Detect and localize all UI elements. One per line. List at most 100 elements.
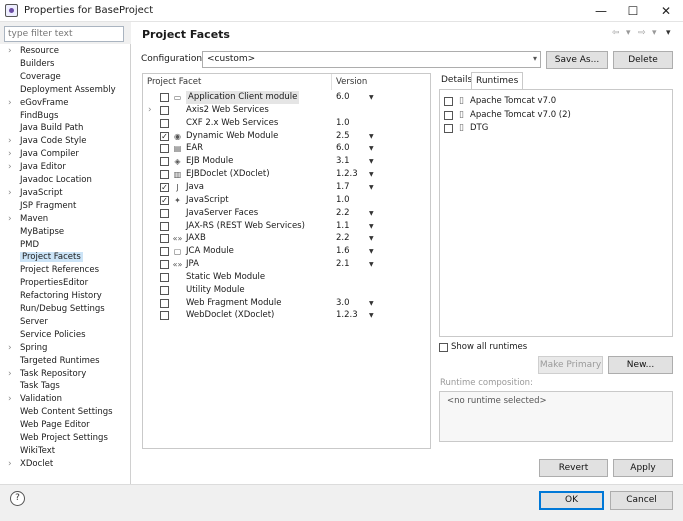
facet-version[interactable]: 1.2.3 xyxy=(336,168,358,181)
revert-button[interactable]: Revert xyxy=(539,459,608,477)
facet-checkbox[interactable] xyxy=(160,105,169,115)
cancel-button[interactable]: Cancel xyxy=(610,491,673,510)
facet-checkbox[interactable] xyxy=(160,247,169,257)
back-arrow-icon[interactable]: ⇦ xyxy=(612,28,620,38)
facet-checkbox[interactable] xyxy=(160,208,169,218)
sidebar-item[interactable]: Web Content Settings xyxy=(8,406,113,419)
chevron-down-icon[interactable]: ▼ xyxy=(369,207,374,220)
facet-row[interactable]: ✓ ✦ JavaScript 1.0 xyxy=(143,194,430,207)
facet-checkbox[interactable] xyxy=(160,272,169,282)
facet-version[interactable]: 3.1 xyxy=(336,155,350,168)
facet-checkbox[interactable] xyxy=(160,260,169,270)
sidebar-item[interactable]: Web Project Settings xyxy=(8,432,108,445)
facet-version[interactable]: 3.0 xyxy=(336,297,350,310)
facet-checkbox[interactable]: ✓ xyxy=(160,131,169,141)
make-primary-button[interactable]: Make Primary xyxy=(538,356,603,374)
facet-row[interactable]: Static Web Module xyxy=(143,271,430,284)
sidebar-item[interactable]: Project Facets xyxy=(8,251,83,264)
facet-checkbox[interactable] xyxy=(160,311,169,321)
sidebar-item[interactable]: › XDoclet xyxy=(8,458,53,471)
delete-button[interactable]: Delete xyxy=(613,51,673,69)
sidebar-item[interactable]: FindBugs xyxy=(8,110,58,123)
sidebar-item[interactable]: › Task Repository xyxy=(8,368,86,381)
facet-row[interactable]: Web Fragment Module 3.0 ▼ xyxy=(143,297,430,310)
sidebar-item[interactable]: › JavaScript xyxy=(8,187,63,200)
chevron-down-icon[interactable]: ▼ xyxy=(369,232,374,245)
chevron-down-icon[interactable]: ▼ xyxy=(369,297,374,310)
facet-checkbox[interactable]: ✓ xyxy=(160,182,169,192)
facet-checkbox[interactable] xyxy=(160,93,169,102)
sidebar-item[interactable]: Project References xyxy=(8,264,99,277)
chevron-down-icon[interactable]: ▼ xyxy=(369,155,374,168)
sidebar-item[interactable]: Refactoring History xyxy=(8,290,102,303)
facet-version[interactable]: 6.0 xyxy=(336,142,350,155)
facet-version[interactable]: 6.0 xyxy=(336,91,350,104)
chevron-right-icon[interactable]: › xyxy=(148,104,152,117)
sidebar-item[interactable]: Coverage xyxy=(8,71,61,84)
chevron-right-icon[interactable]: › xyxy=(8,161,20,174)
sidebar-item[interactable]: › Java Code Style xyxy=(8,135,86,148)
facet-row[interactable]: ✓ J Java 1.7 ▼ xyxy=(143,181,430,194)
facet-version[interactable]: 2.2 xyxy=(336,207,350,220)
chevron-right-icon[interactable]: › xyxy=(8,45,20,58)
sidebar-item[interactable]: Java Build Path xyxy=(8,122,83,135)
chevron-down-icon[interactable]: ▼ xyxy=(369,130,374,143)
facet-checkbox[interactable] xyxy=(160,221,169,231)
chevron-right-icon[interactable]: › xyxy=(8,187,20,200)
chevron-down-icon[interactable]: ▼ xyxy=(369,142,374,155)
sidebar-item[interactable]: Service Policies xyxy=(8,329,86,342)
chevron-right-icon[interactable]: › xyxy=(8,97,20,110)
facet-row[interactable]: «» JAXB 2.2 ▼ xyxy=(143,232,430,245)
show-all-checkbox[interactable] xyxy=(439,343,448,352)
configuration-combo[interactable]: <custom> ▾ xyxy=(202,51,541,68)
sidebar-item[interactable]: › Resource xyxy=(8,45,59,58)
sidebar-item[interactable]: › Java Editor xyxy=(8,161,66,174)
facet-checkbox[interactable] xyxy=(160,234,169,244)
facet-row[interactable]: ◈ EJB Module 3.1 ▼ xyxy=(143,155,430,168)
forward-arrow-icon[interactable]: ⇨ xyxy=(638,28,646,38)
facet-version[interactable]: 2.5 xyxy=(336,130,350,143)
view-menu-icon[interactable]: ▾ xyxy=(666,28,671,38)
facet-column-header[interactable]: Project Facet xyxy=(147,74,201,90)
tab-runtimes[interactable]: Runtimes xyxy=(471,72,524,90)
sidebar-item[interactable]: Targeted Runtimes xyxy=(8,355,100,368)
chevron-down-icon[interactable]: ▼ xyxy=(369,220,374,233)
sidebar-item[interactable]: Deployment Assembly xyxy=(8,84,116,97)
minimize-button[interactable]: — xyxy=(586,2,616,20)
sidebar-item[interactable]: Task Tags xyxy=(8,380,60,393)
chevron-right-icon[interactable]: › xyxy=(8,148,20,161)
sidebar-item[interactable]: › eGovFrame xyxy=(8,97,69,110)
facet-version[interactable]: 1.1 xyxy=(336,220,350,233)
facet-version[interactable]: 2.2 xyxy=(336,232,350,245)
facet-row[interactable]: JavaServer Faces 2.2 ▼ xyxy=(143,207,430,220)
chevron-down-icon[interactable]: ▼ xyxy=(369,91,374,104)
back-menu-icon[interactable]: ▾ xyxy=(626,28,631,38)
chevron-down-icon[interactable]: ▼ xyxy=(369,309,374,322)
filter-input[interactable] xyxy=(4,26,124,42)
sidebar-item[interactable]: JSP Fragment xyxy=(8,200,76,213)
facet-checkbox[interactable] xyxy=(160,144,169,154)
close-button[interactable]: ✕ xyxy=(651,2,681,20)
runtime-checkbox[interactable] xyxy=(444,110,453,120)
facet-checkbox[interactable] xyxy=(160,157,169,167)
chevron-right-icon[interactable]: › xyxy=(8,368,20,381)
facet-row[interactable]: ✓ ◉ Dynamic Web Module 2.5 ▼ xyxy=(143,130,430,143)
facet-row[interactable]: Utility Module xyxy=(143,284,430,297)
chevron-right-icon[interactable]: › xyxy=(8,213,20,226)
chevron-right-icon[interactable]: › xyxy=(8,342,20,355)
sidebar-item[interactable]: Javadoc Location xyxy=(8,174,92,187)
chevron-down-icon[interactable]: ▼ xyxy=(369,168,374,181)
forward-menu-icon[interactable]: ▾ xyxy=(652,28,657,38)
facet-version[interactable]: 2.1 xyxy=(336,258,350,271)
sidebar-item[interactable]: PMD xyxy=(8,239,39,252)
chevron-right-icon[interactable]: › xyxy=(8,393,20,406)
maximize-button[interactable]: ☐ xyxy=(618,2,648,20)
version-column-header[interactable]: Version xyxy=(336,74,367,90)
save-as-button[interactable]: Save As... xyxy=(546,51,608,69)
sidebar-item[interactable]: Builders xyxy=(8,58,55,71)
facet-checkbox[interactable] xyxy=(160,285,169,295)
runtime-checkbox[interactable] xyxy=(444,124,453,133)
sidebar-item[interactable]: PropertiesEditor xyxy=(8,277,88,290)
facet-row[interactable]: ▢ JCA Module 1.6 ▼ xyxy=(143,245,430,258)
facet-row[interactable]: JAX-RS (REST Web Services) 1.1 ▼ xyxy=(143,220,430,233)
